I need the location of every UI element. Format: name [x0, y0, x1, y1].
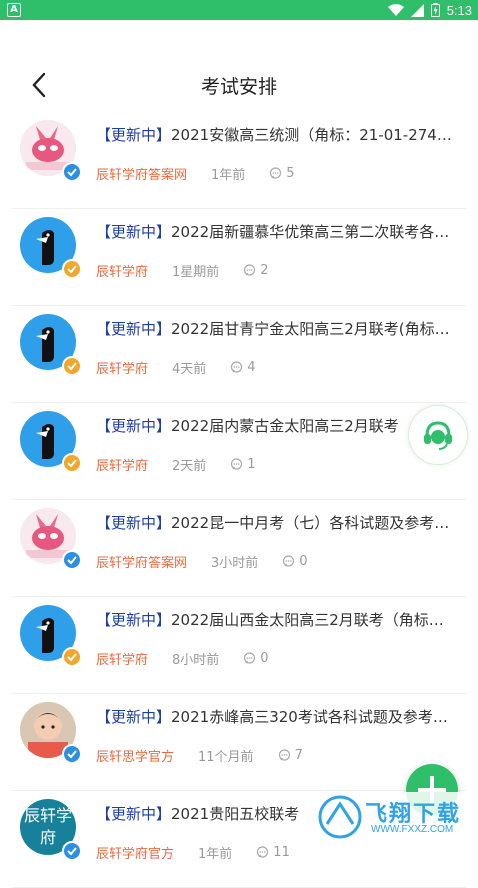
- comment-icon: [244, 652, 256, 664]
- status-bar: A 5:13: [0, 0, 478, 20]
- item-title-text: 2021安徽高三统测（角标：21-01-274…: [171, 126, 452, 144]
- comment-count-value: 11: [273, 845, 290, 860]
- post-time: 4天前: [172, 362, 207, 377]
- author-name[interactable]: 辰轩学府: [96, 649, 148, 668]
- item-title[interactable]: 【更新中】2021安徽高三统测（角标：21-01-274…: [96, 124, 466, 145]
- status-tag: 【更新中】: [96, 611, 172, 629]
- item-title-text: 2022届新疆慕华优策高三第二次联考各…: [171, 223, 450, 241]
- comment-icon: [270, 167, 282, 179]
- author-name[interactable]: 辰轩学府: [96, 358, 148, 377]
- verified-badge-icon: [62, 162, 82, 182]
- watermark: 飞翔下载 WWW.FXXZ.COM: [313, 792, 473, 842]
- verified-badge-icon: [62, 453, 82, 473]
- wifi-icon: [387, 4, 404, 16]
- item-title[interactable]: 【更新中】2021赤峰高三320考试各科试题及参考…: [96, 706, 466, 727]
- list-item[interactable]: 【更新中】2022届内蒙古金太阳高三2月联考辰轩学府 2天前 1: [12, 403, 466, 500]
- item-title-text: 2021赤峰高三320考试各科试题及参考…: [171, 708, 448, 726]
- post-time: 8小时前: [172, 653, 220, 668]
- comment-icon: [244, 264, 256, 276]
- list-item[interactable]: 【更新中】2021安徽高三统测（角标：21-01-274… 辰轩学府答案网 1年前 5: [12, 112, 466, 209]
- item-title-text: 2022昆一中月考（七）各科试题及参考…: [171, 514, 450, 532]
- post-time: 1星期前: [172, 265, 220, 280]
- battery-icon: [430, 3, 440, 17]
- author-name[interactable]: 辰轩思学官方: [96, 746, 174, 765]
- comment-count: 0: [243, 651, 269, 666]
- item-meta: 辰轩思学官方 11个月前 7: [96, 746, 303, 765]
- headset-icon: [424, 421, 452, 450]
- item-meta: 辰轩学府 1星期前 2: [96, 261, 269, 280]
- verified-badge-icon: [62, 841, 82, 861]
- status-tag: 【更新中】: [96, 417, 172, 435]
- item-meta: 辰轩学府答案网 3小时前 0: [96, 552, 308, 571]
- item-title-text: 2022届山西金太阳高三2月联考（角标…: [171, 611, 444, 629]
- post-time: 1年前: [211, 168, 246, 183]
- verified-badge-icon: [62, 550, 82, 570]
- comment-count: 4: [230, 360, 256, 375]
- item-meta: 辰轩学府答案网 1年前 5: [96, 164, 295, 183]
- item-meta: 辰轩学府 8小时前 0: [96, 649, 269, 668]
- page-header: 考试安排: [0, 58, 478, 114]
- list-item[interactable]: 【更新中】2022届甘青宁金太阳高三2月联考(角标… 辰轩学府 4天前 4: [12, 306, 466, 403]
- comment-count: 7: [278, 748, 303, 763]
- comment-count-value: 0: [260, 651, 269, 666]
- list-item[interactable]: 【更新中】2022届新疆慕华优策高三第二次联考各… 辰轩学府 1星期前 2: [12, 209, 466, 306]
- item-title[interactable]: 【更新中】2022届甘青宁金太阳高三2月联考(角标…: [96, 318, 466, 339]
- status-tag: 【更新中】: [96, 514, 172, 532]
- customer-service-button[interactable]: [408, 405, 468, 465]
- status-tag: 【更新中】: [96, 805, 172, 823]
- author-name[interactable]: 辰轩学府答案网: [96, 164, 187, 183]
- comment-count: 11: [256, 845, 290, 860]
- item-title[interactable]: 【更新中】2022届新疆慕华优策高三第二次联考各…: [96, 221, 466, 242]
- watermark-url: WWW.FXXZ.COM: [371, 824, 454, 835]
- list-item[interactable]: 【更新中】2022届山西金太阳高三2月联考（角标… 辰轩学府 8小时前 0: [12, 597, 466, 694]
- list-item[interactable]: 【更新中】2022昆一中月考（七）各科试题及参考… 辰轩学府答案网 3小时前 0: [12, 500, 466, 597]
- author-name[interactable]: 辰轩学府: [96, 455, 148, 474]
- comment-count-value: 0: [299, 554, 308, 569]
- comment-count: 0: [282, 554, 308, 569]
- item-title[interactable]: 【更新中】2022届山西金太阳高三2月联考（角标…: [96, 609, 466, 630]
- author-name[interactable]: 辰轩学府: [96, 261, 148, 280]
- item-title[interactable]: 【更新中】2022昆一中月考（七）各科试题及参考…: [96, 512, 466, 533]
- comment-count-value: 2: [260, 263, 269, 278]
- status-time: 5:13: [446, 2, 472, 18]
- signal-icon: [410, 3, 424, 17]
- comment-icon: [231, 458, 243, 470]
- comment-count-value: 1: [247, 457, 256, 472]
- post-time: 11个月前: [198, 750, 254, 765]
- author-name[interactable]: 辰轩学府答案网: [96, 552, 187, 571]
- comment-icon: [283, 555, 295, 567]
- comment-count: 2: [243, 263, 269, 278]
- list-item[interactable]: 【更新中】2021赤峰高三320考试各科试题及参考… 辰轩思学官方 11个月前 7: [12, 694, 466, 791]
- notification-a-icon: A: [7, 3, 21, 17]
- verified-badge-icon: [62, 356, 82, 376]
- item-meta: 辰轩学府 4天前 4: [96, 358, 256, 377]
- item-title-text: 2022届内蒙古金太阳高三2月联考: [171, 417, 399, 435]
- item-meta: 辰轩学府官方 1年前 11: [96, 843, 290, 862]
- comment-icon: [257, 846, 269, 858]
- comment-icon: [231, 361, 243, 373]
- comment-count-value: 7: [294, 748, 303, 763]
- verified-badge-icon: [62, 259, 82, 279]
- post-time: 1年前: [198, 847, 233, 862]
- post-time: 2天前: [172, 459, 207, 474]
- item-meta: 辰轩学府 2天前 1: [96, 455, 256, 474]
- watermark-logo: [318, 795, 362, 839]
- page-title: 考试安排: [200, 76, 277, 98]
- comment-count-value: 4: [247, 360, 256, 375]
- item-title-text: 2021贵阳五校联考: [171, 805, 300, 823]
- status-tag: 【更新中】: [96, 708, 172, 726]
- status-tag: 【更新中】: [96, 126, 172, 144]
- comment-count-value: 5: [286, 166, 295, 181]
- status-right-cluster: 5:13: [387, 2, 472, 18]
- post-time: 3小时前: [211, 556, 259, 571]
- status-tag: 【更新中】: [96, 320, 172, 338]
- verified-badge-icon: [62, 744, 82, 764]
- comment-count: 1: [230, 457, 256, 472]
- status-tag: 【更新中】: [96, 223, 172, 241]
- verified-badge-icon: [62, 647, 82, 667]
- author-name[interactable]: 辰轩学府官方: [96, 843, 174, 862]
- comment-count: 5: [269, 166, 295, 181]
- item-title-text: 2022届甘青宁金太阳高三2月联考(角标…: [171, 320, 450, 338]
- comment-icon: [278, 749, 290, 761]
